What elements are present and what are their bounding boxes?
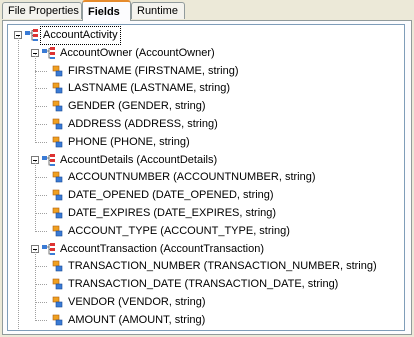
tree-connector — [35, 160, 36, 232]
tree-connector — [35, 230, 47, 232]
tree-connector — [35, 213, 47, 214]
tree-field-node-label: ADDRESS (ADDRESS, string) — [68, 118, 218, 130]
field-icon — [49, 206, 65, 220]
tree-group-node[interactable]: AccountTransaction (AccountTransaction) — [8, 241, 404, 258]
tree-field-node[interactable]: DATE_EXPIRES (DATE_EXPIRES, string) — [8, 205, 404, 222]
tree-group-node-label: AccountDetails (AccountDetails) — [60, 153, 218, 166]
tree-field-node[interactable]: PHONE (PHONE, string) — [8, 134, 404, 151]
record-group-icon — [24, 28, 40, 42]
tree-connector — [35, 249, 36, 321]
tree-connector — [35, 266, 47, 268]
field-icon — [49, 64, 65, 78]
field-icon — [49, 313, 65, 327]
tree-connector — [35, 70, 47, 72]
tab-strip: File Properties Fields Runtime — [0, 0, 414, 21]
field-icon — [49, 277, 65, 291]
tree-root-node-label: AccountActivity — [40, 26, 121, 45]
record-group-icon — [41, 153, 57, 167]
tab-fields[interactable]: Fields — [82, 0, 131, 21]
tree-field-node[interactable]: AMOUNT (AMOUNT, string) — [8, 312, 404, 329]
field-icon — [49, 170, 65, 184]
tree-connector — [18, 36, 19, 330]
tree-root-node[interactable]: AccountActivity — [8, 26, 404, 45]
tree-field-node-label: VENDOR (VENDOR, string) — [68, 296, 206, 308]
tree-field-node-label: TRANSACTION_DATE (TRANSACTION_DATE, stri… — [68, 278, 339, 291]
tree-field-node[interactable]: ACCOUNTNUMBER (ACCOUNTNUMBER, string) — [8, 330, 404, 331]
field-icon — [49, 99, 65, 113]
field-icon — [49, 117, 65, 131]
field-icon — [49, 188, 65, 202]
tree-connector — [35, 124, 47, 125]
field-icon — [49, 81, 65, 95]
record-group-icon — [41, 46, 57, 60]
tree-connector — [35, 284, 47, 286]
tree-group-node-label: AccountOwner (AccountOwner) — [60, 46, 215, 59]
record-group-icon — [41, 242, 57, 256]
tree-connector — [35, 106, 47, 108]
tree-connector — [35, 302, 47, 303]
tree-field-node[interactable]: LASTNAME (LASTNAME, string) — [8, 80, 404, 97]
tree-field-node-label: ACCOUNT_TYPE (ACCOUNT_TYPE, string) — [68, 224, 290, 237]
tree-field-node[interactable]: TRANSACTION_NUMBER (TRANSACTION_NUMBER, … — [8, 258, 404, 275]
tree-field-node[interactable]: FIRSTNAME (FIRSTNAME, string) — [8, 63, 404, 80]
tree-field-node-label: DATE_OPENED (DATE_OPENED, string) — [68, 189, 274, 202]
tree-group-node[interactable]: AccountOwner (AccountOwner) — [8, 45, 404, 62]
tab-file-properties[interactable]: File Properties — [2, 2, 82, 19]
fields-panel: AccountActivity AccountOwner (AccountOwne… — [2, 20, 412, 335]
field-tree[interactable]: AccountActivity AccountOwner (AccountOwne… — [7, 24, 405, 331]
tree-connector — [35, 319, 47, 321]
tree-field-node-label: TRANSACTION_NUMBER (TRANSACTION_NUMBER, … — [68, 260, 377, 273]
tree-field-node-label: ACCOUNTNUMBER (ACCOUNTNUMBER, string) — [68, 171, 316, 184]
tree-field-node[interactable]: ACCOUNTNUMBER (ACCOUNTNUMBER, string) — [8, 169, 404, 186]
tree-field-node-label: PHONE (PHONE, string) — [68, 135, 190, 148]
tree-field-node-label: FIRSTNAME (FIRSTNAME, string) — [68, 64, 239, 77]
tree-field-node-label: GENDER (GENDER, string) — [68, 100, 206, 113]
tree-field-node-label: DATE_EXPIRES (DATE_EXPIRES, string) — [68, 207, 277, 219]
tree-field-node[interactable]: DATE_OPENED (DATE_OPENED, string) — [8, 187, 404, 204]
tab-runtime[interactable]: Runtime — [131, 2, 185, 19]
tree-field-node-label: AMOUNT (AMOUNT, string) — [68, 313, 206, 326]
tree-connector — [35, 88, 47, 90]
tree-field-node[interactable]: VENDOR (VENDOR, string) — [8, 294, 404, 311]
tree-field-node[interactable]: ACCOUNT_TYPE (ACCOUNT_TYPE, string) — [8, 223, 404, 240]
tree-connector — [35, 177, 47, 179]
tree-field-node[interactable]: ADDRESS (ADDRESS, string) — [8, 116, 404, 133]
tree-field-node-label: ACCOUNTNUMBER (ACCOUNTNUMBER, string) — [49, 330, 301, 331]
field-icon — [49, 135, 65, 149]
field-icon — [49, 295, 65, 309]
tree-field-node[interactable]: TRANSACTION_DATE (TRANSACTION_DATE, stri… — [8, 276, 404, 293]
tree-group-node-label: AccountTransaction (AccountTransaction) — [60, 242, 264, 255]
tree-connector — [35, 141, 47, 143]
tree-field-node-label: LASTNAME (LASTNAME, string) — [68, 82, 230, 95]
tree-connector — [35, 53, 36, 143]
tree-connector — [35, 195, 47, 197]
field-icon — [49, 259, 65, 273]
field-icon — [49, 224, 65, 238]
tree-group-node[interactable]: AccountDetails (AccountDetails) — [8, 152, 404, 169]
tree-field-node[interactable]: GENDER (GENDER, string) — [8, 98, 404, 115]
